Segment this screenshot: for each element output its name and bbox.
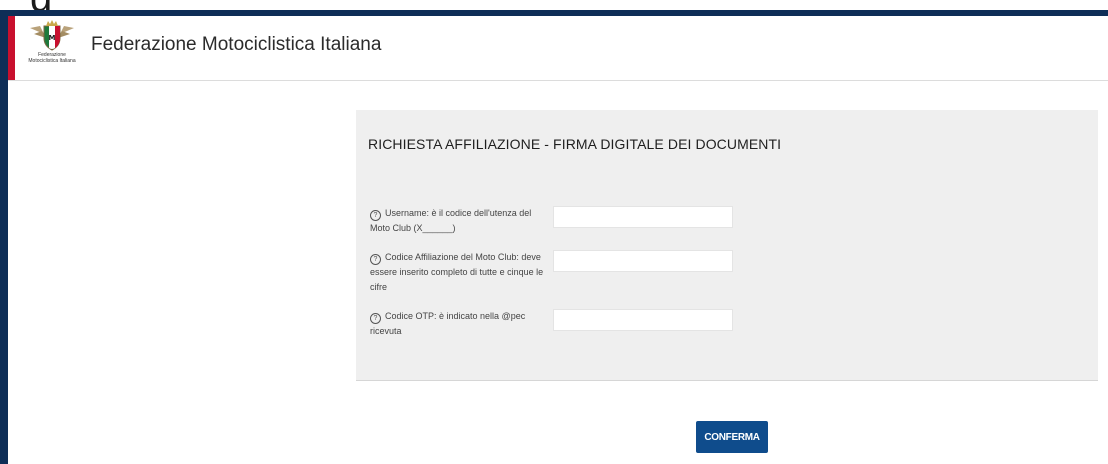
username-input[interactable] — [553, 206, 733, 228]
otp-input[interactable] — [553, 309, 733, 331]
fmi-emblem-icon: M — [30, 20, 74, 51]
brand-stripe — [8, 16, 15, 80]
form-title: RICHIESTA AFFILIAZIONE - FIRMA DIGITALE … — [368, 136, 782, 152]
window-frame: M Federazione Motociclistica Italiana Fe… — [0, 10, 1108, 464]
help-icon[interactable]: ? — [370, 210, 381, 221]
otp-label: ? Codice OTP: è indicato nella @pec ricev… — [370, 309, 552, 339]
otp-label-text: Codice OTP: è indicato nella @pec ricevu… — [370, 311, 526, 336]
site-header: M Federazione Motociclistica Italiana Fe… — [8, 16, 1108, 81]
username-label: ? Username: è il codice dell'utenza del M… — [370, 206, 552, 236]
logo-caption: Federazione Motociclistica Italiana — [28, 52, 76, 64]
site-title: Federazione Motociclistica Italiana — [91, 34, 382, 55]
username-label-text: Username: è il codice dell'utenza del Mo… — [370, 208, 532, 233]
browser-window: M Federazione Motociclistica Italiana Fe… — [8, 16, 1108, 464]
affiliation-code-label: ? Codice Affiliazione del Moto Club: deve… — [370, 250, 552, 295]
svg-text:M: M — [49, 34, 56, 42]
affiliation-code-input[interactable] — [553, 250, 733, 272]
affiliation-form-panel: RICHIESTA AFFILIAZIONE - FIRMA DIGITALE … — [356, 110, 1098, 381]
help-icon[interactable]: ? — [370, 254, 381, 265]
fmi-logo[interactable]: M Federazione Motociclistica Italiana — [26, 18, 78, 78]
affiliation-code-label-text: Codice Affiliazione del Moto Club: deve … — [370, 252, 544, 292]
help-icon[interactable]: ? — [370, 313, 381, 324]
confirm-button[interactable]: CONFERMA — [696, 421, 768, 453]
